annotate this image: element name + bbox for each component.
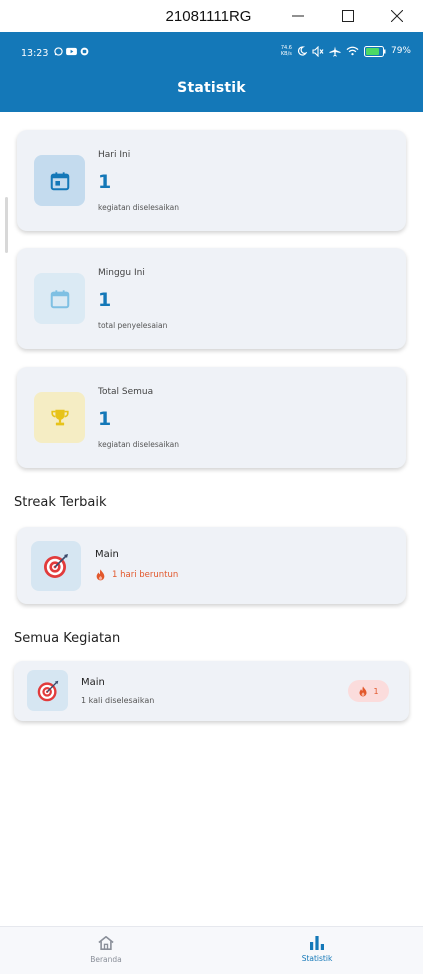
stat-subtitle: kegiatan diselesaikan [98,203,180,212]
stat-subtitle: total penyelesaian [98,321,168,330]
nav-label: Beranda [90,955,122,964]
calendar-week-icon [34,273,85,324]
status-system-icons: 74.6 KB/s 79% [281,45,411,57]
home-icon [98,935,114,951]
streak-info: 1 hari beruntun [95,569,178,581]
wifi-icon [346,46,359,56]
stat-card-total: Total Semua 1 kegiatan diselesaikan [17,367,406,468]
mute-icon [312,45,324,57]
youtube-icon [66,47,77,56]
bar-chart-icon [310,936,324,950]
stat-label: Hari Ini [98,150,131,160]
network-speed: 74.6 KB/s [281,45,292,57]
stat-value: 1 [98,289,112,311]
battery-percent: 79% [390,46,411,56]
stat-label: Total Semua [98,387,154,397]
trophy-icon [34,392,85,443]
target-icon [27,670,68,711]
fire-icon [359,685,367,696]
streak-text: 1 hari beruntun [112,570,179,580]
stat-value: 1 [98,408,112,430]
whatsapp-icon [54,47,63,56]
close-button[interactable] [384,4,410,28]
streak-badge: 1 [348,680,389,702]
activity-name: Main [81,677,105,688]
page-title: Statistik [177,80,246,96]
streak-card[interactable]: Main 1 hari beruntun [17,527,406,604]
calendar-today-icon [34,155,85,206]
status-notification-icons [54,47,89,56]
streak-section-title: Streak Terbaik [14,495,107,510]
fire-icon [96,569,105,581]
app-bar: 13:23 74.6 KB/s 79% Statistik [0,32,423,112]
stat-card-today: Hari Ini 1 kegiatan diselesaikan [17,130,406,231]
network-speed-unit: KB/s [280,51,292,57]
maximize-icon [342,10,354,22]
app-notification-icon [80,47,89,56]
minimize-button[interactable] [285,4,311,28]
stat-label: Minggu Ini [98,268,145,278]
scroll-indicator [5,197,8,253]
bottom-navigation: Beranda Statistik [0,926,423,974]
activity-list-item[interactable]: Main 1 kali diselesaikan 1 [14,661,409,721]
minimize-icon [292,15,304,17]
airplane-icon [329,46,341,56]
statistics-content[interactable]: Hari Ini 1 kegiatan diselesaikan Minggu … [0,112,423,926]
close-icon [391,10,403,22]
stat-value: 1 [98,171,112,193]
window-titlebar: 21081111RG [0,0,423,32]
status-time: 13:23 [21,48,49,59]
stat-card-week: Minggu Ini 1 total penyelesaian [17,248,406,349]
streak-badge-count: 1 [373,686,379,696]
nav-label: Statistik [301,954,333,963]
moon-icon [297,46,307,56]
nav-item-beranda[interactable]: Beranda [66,935,146,964]
status-bar: 13:23 74.6 KB/s 79% [0,32,423,74]
activities-section-title: Semua Kegiatan [14,631,121,646]
target-icon [31,541,81,591]
activity-count: 1 kali diselesaikan [81,696,155,705]
streak-activity-name: Main [95,549,119,560]
nav-item-statistik[interactable]: Statistik [277,935,357,963]
stat-subtitle: kegiatan diselesaikan [98,440,180,449]
maximize-button[interactable] [335,4,361,28]
battery-icon [363,45,386,57]
